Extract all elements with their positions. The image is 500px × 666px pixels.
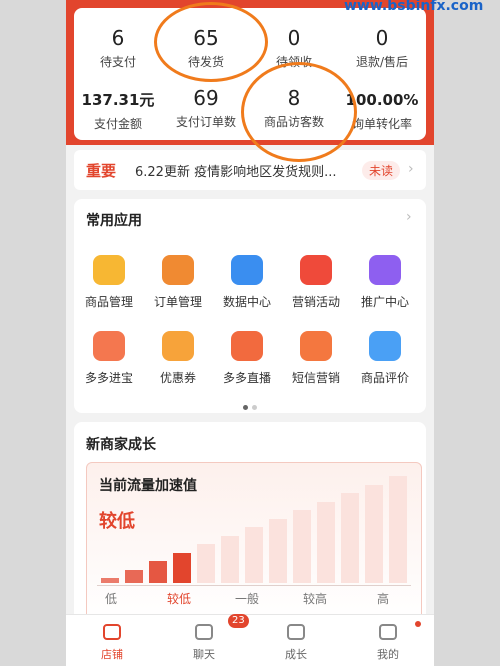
rocket-icon — [369, 255, 401, 285]
stat-refunds[interactable]: 0 退款/售后 — [338, 26, 426, 70]
app-rocket[interactable]: 推广中心 — [353, 255, 417, 310]
app-label: 营销活动 — [291, 295, 340, 309]
level-bar — [197, 544, 215, 583]
profile-icon — [377, 621, 421, 643]
chevron-right-icon: › — [408, 161, 414, 177]
app-label: 推广中心 — [360, 295, 409, 309]
live-icon — [231, 331, 263, 361]
level-bar — [293, 510, 311, 583]
stat-label: 退款/售后 — [355, 55, 409, 69]
tab-store[interactable]: 店铺 — [82, 621, 142, 662]
section-title: 新商家成长 — [86, 437, 156, 453]
growth-card: 新商家成长 当前流量加速值 较低 低较低 一般 较高高 — [74, 422, 426, 622]
app-label: 多多直播 — [222, 371, 271, 385]
stat-value: 137.31元 — [81, 91, 155, 109]
chevron-right-icon[interactable]: › — [406, 209, 412, 225]
stat-payment-amount[interactable]: 137.31元 支付金额 — [74, 88, 162, 132]
stat-value: 69 — [193, 86, 219, 110]
page-indicator — [241, 395, 259, 414]
app-label: 商品管理 — [84, 295, 133, 309]
app-label: 数据中心 — [222, 295, 271, 309]
highlight-circle — [241, 62, 357, 162]
growth-book-icon — [285, 621, 307, 643]
app-live[interactable]: 多多直播 — [215, 331, 279, 386]
section-title: 常用应用 — [86, 213, 142, 229]
data-center-icon — [231, 255, 263, 285]
level-bar — [341, 493, 359, 583]
tab-label: 店铺 — [101, 648, 123, 661]
review-icon — [369, 331, 401, 361]
stat-label: 支付金额 — [93, 117, 142, 131]
stat-value: 0 — [375, 26, 389, 50]
flame-icon — [300, 255, 332, 285]
level-bar — [101, 578, 119, 583]
level-bar — [221, 535, 239, 583]
unread-count-badge: 23 — [228, 614, 249, 628]
app-treasure[interactable]: 多多进宝 — [77, 331, 141, 386]
app-data-center[interactable]: 数据中心 — [215, 255, 279, 310]
axis-line — [97, 585, 411, 586]
tab-label: 聊天 — [193, 648, 215, 661]
chat-icon: 23 — [193, 614, 249, 643]
app-label: 优惠券 — [159, 371, 196, 385]
page-dot — [252, 405, 257, 410]
app-order-manage[interactable]: 订单管理 — [146, 255, 210, 310]
level-bar — [317, 501, 335, 583]
store-icon — [101, 621, 123, 643]
bottom-tab-bar: 店铺 23 聊天 成长 我的 — [66, 614, 434, 666]
tab-label: 成长 — [285, 648, 307, 661]
level-bar — [389, 476, 407, 583]
app-label: 订单管理 — [153, 295, 202, 309]
page-dot-active — [243, 405, 248, 410]
stat-label: 支付订单数 — [175, 115, 236, 129]
stat-paid-orders[interactable]: 69 支付订单数 — [162, 86, 250, 130]
notice-tag: 重要 — [86, 162, 117, 180]
stat-pending-payment[interactable]: 6 待支付 — [74, 26, 162, 70]
product-manage-icon — [93, 255, 125, 285]
order-manage-icon — [162, 255, 194, 285]
unread-badge: 未读 — [362, 161, 401, 180]
notice-text: 6.22更新 疫情影响地区发货规则... — [135, 165, 337, 180]
stat-value: 6 — [111, 26, 125, 50]
app-review[interactable]: 商品评价 — [353, 331, 417, 386]
common-apps-card: 常用应用 › 商品管理 订单管理 数据中心 营销活动 推广中心多多进宝 优惠券 多多直播 短信… — [74, 199, 426, 413]
treasure-icon — [93, 331, 125, 361]
level-bar — [245, 527, 263, 583]
tab-profile[interactable]: 我的 — [358, 621, 421, 662]
level-bar — [149, 561, 167, 583]
traffic-boost-panel[interactable]: 当前流量加速值 较低 低较低 一般 较高高 — [86, 462, 422, 622]
highlight-circle — [154, 2, 268, 82]
watermark: www.bsbinfx.com — [344, 0, 484, 14]
app-label: 短信营销 — [291, 371, 340, 385]
tab-growth-book[interactable]: 成长 — [266, 621, 326, 662]
boost-level: 较低 — [99, 511, 135, 532]
axis-tick-label: 高 — [376, 592, 389, 606]
level-bar — [365, 484, 383, 583]
notification-dot — [415, 621, 421, 627]
notice-bar[interactable]: 重要 6.22更新 疫情影响地区发货规则... 未读 › — [74, 150, 426, 190]
app-sms[interactable]: 短信营销 — [284, 331, 348, 386]
tab-label: 我的 — [377, 648, 399, 661]
app-flame[interactable]: 营销活动 — [284, 255, 348, 310]
app-label: 多多进宝 — [84, 371, 133, 385]
axis-tick-label: 较低 — [166, 592, 191, 606]
axis-tick-label: 较高 — [302, 592, 327, 606]
app-product-manage[interactable]: 商品管理 — [77, 255, 141, 310]
stat-label: 待支付 — [99, 55, 136, 69]
app-label: 商品评价 — [360, 371, 409, 385]
panel-title: 当前流量加速值 — [99, 478, 197, 494]
coupon-icon — [162, 331, 194, 361]
sms-icon — [300, 331, 332, 361]
level-bar — [269, 518, 287, 583]
level-bar — [173, 552, 191, 583]
level-bar — [125, 569, 143, 583]
axis-tick-label: 一般 — [234, 592, 259, 606]
axis-tick-label: 低 — [104, 592, 117, 606]
tab-chat[interactable]: 23 聊天 — [174, 614, 249, 662]
app-coupon[interactable]: 优惠券 — [146, 331, 210, 386]
